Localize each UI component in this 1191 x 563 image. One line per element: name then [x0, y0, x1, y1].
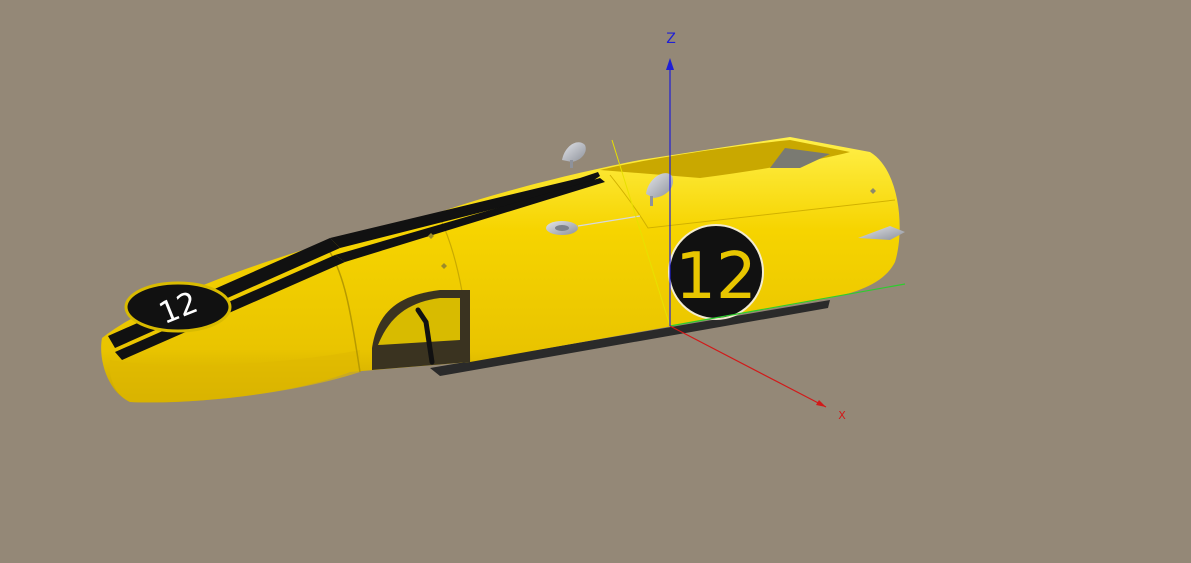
side-race-number: 12: [675, 240, 756, 314]
car-model[interactable]: 12 12: [101, 137, 905, 403]
scene-canvas[interactable]: 12 12 Z X: [0, 0, 1191, 559]
mirror-left: [562, 142, 586, 168]
x-axis-label: X: [838, 409, 846, 422]
x-axis-arrow: [816, 400, 826, 407]
3d-viewport[interactable]: 12 12 Z X: [0, 0, 1191, 559]
z-axis-label: Z: [666, 31, 676, 47]
nose-roundel: 12: [124, 281, 232, 333]
side-roundel: 12: [668, 224, 764, 320]
z-axis-arrow: [666, 58, 674, 70]
x-axis: [669, 325, 827, 408]
